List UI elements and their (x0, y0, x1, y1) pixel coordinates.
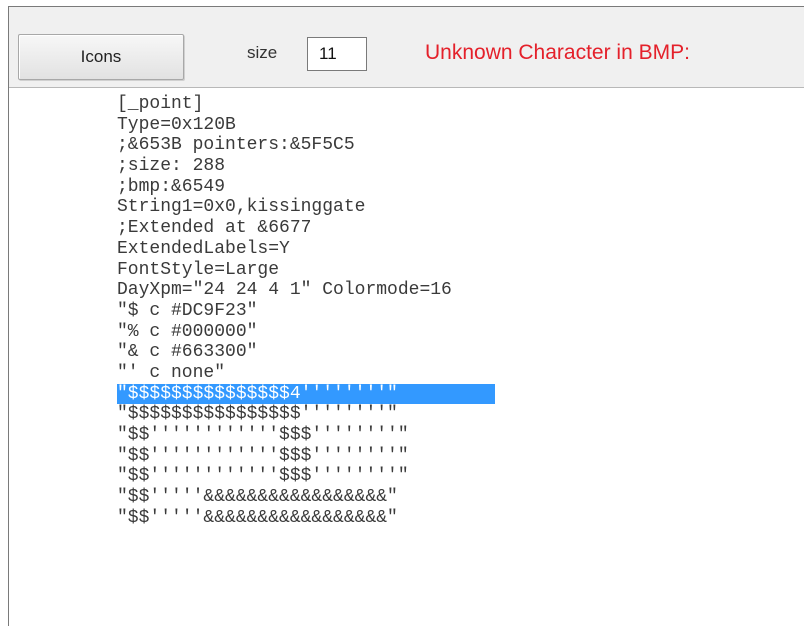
code-line[interactable]: DayXpm="24 24 4 1" Colormode=16 (117, 280, 495, 301)
code-line[interactable]: "% c #000000" (117, 322, 495, 343)
code-line[interactable]: ExtendedLabels=Y (117, 239, 495, 260)
code-line[interactable]: "$$''''''''''''$$$''''''''" (117, 425, 495, 446)
size-label: size (247, 43, 278, 62)
code-line[interactable]: "$$'''''&&&&&&&&&&&&&&&&&" (117, 508, 495, 529)
code-line[interactable]: FontStyle=Large (117, 260, 495, 281)
code-line[interactable]: "& c #663300" (117, 342, 495, 363)
toolbar: Icons size Unknown Character in BMP: (9, 7, 804, 88)
code-editor[interactable]: [_point] Type=0x120B ;&653B pointers:&5F… (117, 94, 495, 528)
code-line[interactable]: "' c none" (117, 363, 495, 384)
unknown-character-label: Unknown Character in BMP: (425, 41, 690, 64)
code-line[interactable]: "$$'''''&&&&&&&&&&&&&&&&&" (117, 487, 495, 508)
code-line[interactable]: "$$$$$$$$$$$$$$$$''''''''" (117, 404, 495, 425)
code-line[interactable]: ;Extended at &6677 (117, 218, 495, 239)
code-line[interactable]: ;bmp:&6549 (117, 177, 495, 198)
size-input[interactable] (307, 37, 367, 71)
code-line[interactable]: ;&653B pointers:&5F5C5 (117, 135, 495, 156)
code-line[interactable]: String1=0x0,kissinggate (117, 197, 495, 218)
code-line[interactable]: [_point] (117, 94, 495, 115)
code-line[interactable]: Type=0x120B (117, 115, 495, 136)
code-line[interactable]: "$ c #DC9F23" (117, 301, 495, 322)
code-line[interactable]: "$$''''''''''''$$$''''''''" (117, 466, 495, 487)
main-window: Icons size Unknown Character in BMP: [_p… (8, 6, 804, 626)
code-line[interactable]: "$$''''''''''''$$$''''''''" (117, 446, 495, 467)
code-line-selected[interactable]: "$$$$$$$$$$$$$$$4''''''''" (117, 383, 495, 405)
code-line[interactable]: ;size: 288 (117, 156, 495, 177)
icons-button[interactable]: Icons (18, 34, 184, 80)
